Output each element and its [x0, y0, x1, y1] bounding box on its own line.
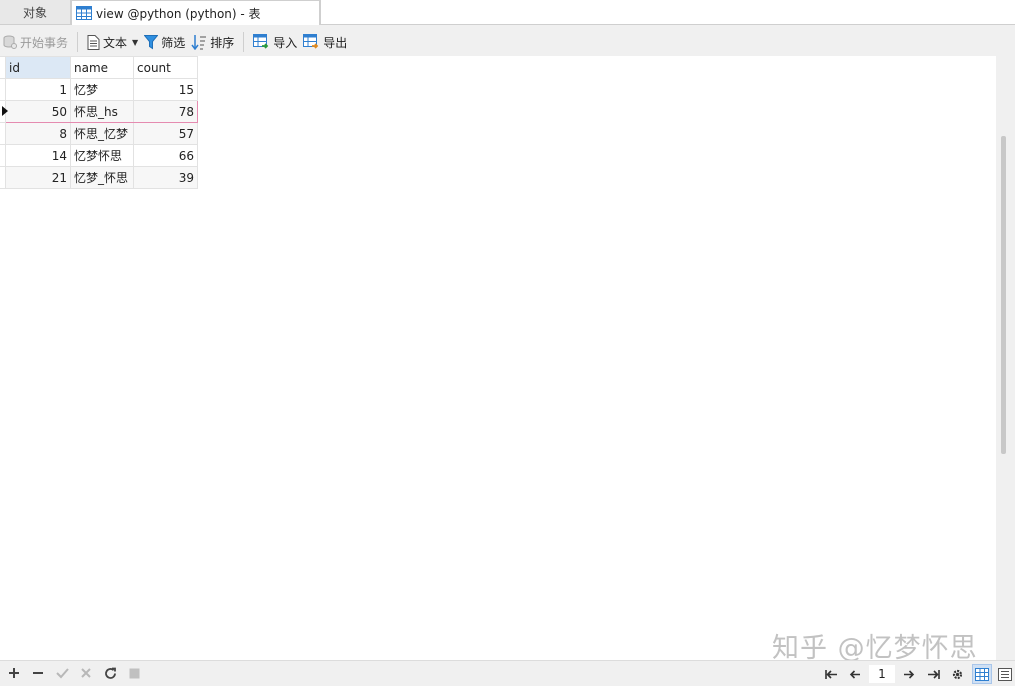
sort-button[interactable]: 排序	[188, 31, 237, 53]
table-row[interactable]: 8 怀思_忆梦 57	[0, 122, 198, 145]
tab-bar-empty	[320, 0, 1015, 25]
import-button[interactable]: 导入	[250, 31, 300, 53]
current-row-arrow-icon	[2, 106, 8, 116]
cell-id[interactable]: 1	[5, 78, 71, 101]
vertical-scrollbar-thumb[interactable]	[1001, 136, 1006, 454]
apply-check-icon[interactable]	[52, 664, 72, 682]
data-grid: id name count 1 忆梦 15 50 怀思_hs 78 8 怀思_忆…	[0, 56, 198, 189]
cell-id[interactable]: 14	[5, 144, 71, 167]
tab-view-label: view @python (python) - 表	[96, 6, 261, 21]
form-view-icon[interactable]	[995, 664, 1015, 684]
table-row[interactable]: 1 忆梦 15	[0, 78, 198, 101]
export-label: 导出	[323, 35, 348, 50]
sort-label: 排序	[210, 35, 235, 50]
cell-name[interactable]: 怀思_忆梦	[70, 122, 134, 145]
database-icon	[3, 35, 17, 49]
cell-count[interactable]: 78	[133, 100, 198, 123]
column-header-count[interactable]: count	[133, 56, 198, 79]
row-selector[interactable]	[0, 100, 8, 123]
cell-name[interactable]: 忆梦	[70, 78, 134, 101]
cell-count[interactable]: 39	[133, 166, 198, 189]
filter-button[interactable]: 筛选	[141, 31, 188, 53]
tab-view-python[interactable]: view @python (python) - 表	[71, 0, 320, 25]
bottom-bar: 1	[0, 660, 1015, 686]
add-record-icon[interactable]	[4, 664, 24, 682]
toolbar-divider	[77, 32, 79, 52]
page-number-field[interactable]: 1	[869, 665, 895, 683]
row-selector[interactable]	[0, 166, 6, 189]
cell-id[interactable]: 21	[5, 166, 71, 189]
document-icon	[87, 34, 100, 50]
cell-count[interactable]: 66	[133, 144, 198, 167]
table-row[interactable]: 14 忆梦怀思 66	[0, 144, 198, 167]
gear-icon[interactable]	[947, 665, 967, 683]
export-icon	[303, 34, 319, 49]
export-button[interactable]: 导出	[300, 31, 350, 53]
table-icon	[76, 6, 92, 20]
cell-id[interactable]: 50	[5, 100, 71, 123]
row-selector[interactable]	[0, 144, 6, 167]
import-icon	[253, 34, 269, 49]
last-page-icon[interactable]	[923, 665, 943, 683]
discard-x-icon[interactable]	[76, 664, 96, 682]
toolbar-divider	[243, 32, 245, 52]
grid-view-icon[interactable]	[972, 664, 992, 684]
import-label: 导入	[273, 35, 298, 50]
tab-objects-label: 对象	[22, 5, 47, 20]
text-view-label: 文本	[103, 35, 128, 50]
cell-name[interactable]: 怀思_hs	[70, 100, 134, 123]
cell-id[interactable]: 8	[5, 122, 71, 145]
cell-name[interactable]: 忆梦怀思	[70, 144, 134, 167]
first-page-icon[interactable]	[821, 665, 841, 683]
text-view-button[interactable]: 文本 ▼	[84, 31, 141, 53]
sort-icon	[191, 35, 207, 50]
prev-page-icon[interactable]	[845, 665, 865, 683]
filter-label: 筛选	[161, 35, 186, 50]
next-page-icon[interactable]	[899, 665, 919, 683]
pager: 1	[819, 663, 1015, 685]
tab-objects[interactable]: 对象	[0, 0, 71, 25]
data-grid-area: id name count 1 忆梦 15 50 怀思_hs 78 8 怀思_忆…	[0, 56, 996, 660]
cell-count[interactable]: 15	[133, 78, 198, 101]
cell-count[interactable]: 57	[133, 122, 198, 145]
table-row-current[interactable]: 50 怀思_hs 78	[0, 100, 198, 123]
stop-icon[interactable]	[124, 664, 144, 682]
cell-name[interactable]: 忆梦_怀思	[70, 166, 134, 189]
begin-transaction-button[interactable]: 开始事务	[0, 31, 71, 53]
row-selector[interactable]	[0, 78, 6, 101]
table-row[interactable]: 21 忆梦_怀思 39	[0, 166, 198, 189]
column-header-name[interactable]: name	[70, 56, 134, 79]
grid-header-row: id name count	[0, 56, 198, 79]
row-selector[interactable]	[0, 122, 6, 145]
begin-transaction-label: 开始事务	[20, 35, 69, 50]
row-header-corner[interactable]	[0, 56, 6, 79]
chevron-down-icon[interactable]: ▼	[132, 38, 138, 47]
delete-record-icon[interactable]	[28, 664, 48, 682]
refresh-icon[interactable]	[100, 664, 120, 682]
toolbar: 开始事务 文本 ▼ 筛选 排序 导入 导出	[0, 30, 1015, 54]
column-header-id[interactable]: id	[5, 56, 71, 79]
record-actions	[4, 664, 148, 682]
tab-bar: 对象 view @python (python) - 表	[0, 0, 1015, 25]
funnel-icon	[144, 34, 159, 49]
